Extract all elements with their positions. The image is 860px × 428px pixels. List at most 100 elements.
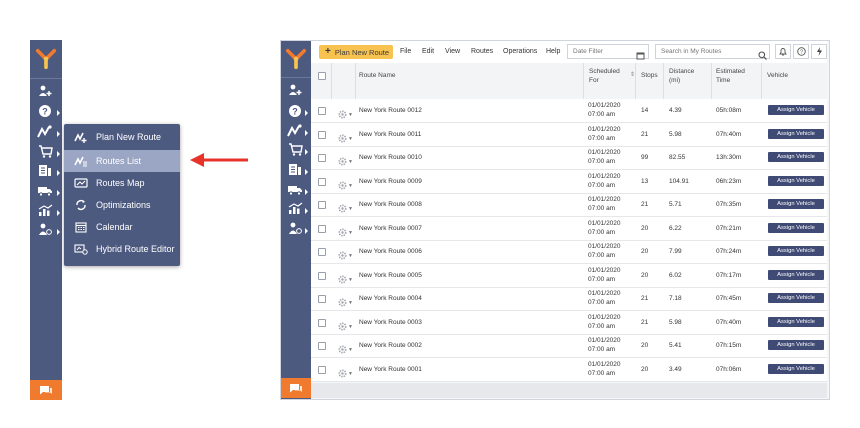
header-vehicle[interactable]: Vehicle — [767, 72, 788, 80]
menu-view[interactable]: View — [445, 48, 460, 55]
header-stops[interactable]: Stops — [641, 72, 658, 80]
document-nav-button[interactable] — [34, 165, 56, 181]
route-name[interactable]: New York Route 0004 — [359, 295, 422, 303]
row-checkbox[interactable] — [318, 154, 326, 162]
row-checkbox[interactable] — [318, 201, 326, 209]
menu-file[interactable]: File — [400, 48, 411, 55]
route-name[interactable]: New York Route 0001 — [359, 366, 422, 374]
routes-nav-button[interactable] — [284, 124, 306, 141]
add-user-nav-button[interactable] — [284, 84, 306, 100]
row-settings-button[interactable]: ▼ — [338, 341, 353, 359]
row-checkbox[interactable] — [318, 248, 326, 256]
document-nav-button[interactable] — [284, 164, 306, 180]
menu-help[interactable]: Help — [546, 48, 560, 55]
plan-new-route-button[interactable]: + Plan New Route — [319, 45, 393, 59]
row-checkbox[interactable] — [318, 271, 326, 280]
table-row[interactable]: ▼ New York Route 0005 01/01/2020 07:00 am 20… — [311, 264, 827, 288]
row-settings-button[interactable]: ▼ — [338, 200, 353, 218]
table-row[interactable]: ▼ New York Route 0010 01/01/2020 07:00 am 99… — [311, 146, 827, 170]
calendar-icon[interactable] — [636, 47, 646, 60]
menu-operations[interactable]: Operations — [503, 48, 537, 55]
table-row[interactable]: ▼ New York Route 0011 01/01/2020 07:00 am 21… — [311, 123, 827, 147]
team-nav-button[interactable] — [284, 222, 306, 239]
flyout-item-optimizations[interactable]: Optimizations — [64, 194, 180, 216]
route-name[interactable]: New York Route 0008 — [359, 201, 422, 209]
row-settings-button[interactable]: ▼ — [338, 365, 353, 383]
search-field[interactable] — [655, 44, 770, 59]
assign-vehicle-button[interactable]: Assign Vehicle — [768, 199, 824, 209]
app-logo[interactable] — [30, 40, 62, 79]
row-settings-button[interactable]: ▼ — [338, 224, 353, 242]
chat-button[interactable] — [30, 380, 62, 400]
row-settings-button[interactable]: ▼ — [338, 247, 353, 265]
table-row[interactable]: ▼ New York Route 0004 01/01/2020 07:00 am 21… — [311, 287, 827, 311]
assign-vehicle-button[interactable]: Assign Vehicle — [768, 316, 824, 327]
app-logo-2[interactable] — [281, 41, 311, 78]
team-nav-button[interactable] — [34, 223, 56, 240]
cart-nav-button[interactable] — [284, 143, 306, 160]
table-row[interactable]: ▼ New York Route 0001 01/01/2020 07:00 am 20… — [311, 358, 827, 382]
row-checkbox[interactable] — [318, 365, 326, 374]
row-settings-button[interactable]: ▼ — [338, 130, 353, 148]
row-settings-button[interactable]: ▼ — [338, 318, 353, 336]
routes-nav-button[interactable] — [34, 125, 56, 142]
row-settings-button[interactable]: ▼ — [338, 294, 353, 312]
assign-vehicle-button[interactable]: Assign Vehicle — [768, 175, 824, 186]
row-checkbox[interactable] — [318, 224, 326, 233]
table-row[interactable]: ▼ New York Route 0009 01/01/2020 07:00 am 13… — [311, 170, 827, 194]
table-row[interactable]: ▼ New York Route 0003 01/01/2020 07:00 am 21… — [311, 311, 827, 335]
route-name[interactable]: New York Route 0003 — [359, 319, 422, 327]
row-checkbox[interactable] — [318, 318, 326, 327]
table-row[interactable]: ▼ New York Route 0002 01/01/2020 07:00 am 20… — [311, 334, 827, 358]
assign-vehicle-button[interactable]: Assign Vehicle — [768, 152, 824, 162]
assign-vehicle-button[interactable]: Assign Vehicle — [768, 128, 824, 139]
route-name[interactable]: New York Route 0012 — [359, 107, 422, 115]
chat-button[interactable] — [281, 378, 311, 398]
row-settings-button[interactable]: ▼ — [338, 153, 353, 171]
header-estimated-time[interactable]: Estimated — [716, 68, 745, 76]
flyout-item-plan-new-route[interactable]: Plan New Route — [64, 126, 180, 148]
route-name[interactable]: New York Route 0005 — [359, 272, 422, 280]
route-name[interactable]: New York Route 0002 — [359, 342, 422, 350]
help-nav-button[interactable]: ? — [34, 104, 56, 121]
sort-icon[interactable]: ⇕ — [630, 71, 635, 78]
row-settings-button[interactable]: ▼ — [338, 106, 353, 124]
truck-nav-button[interactable] — [284, 184, 306, 200]
assign-vehicle-button[interactable]: Assign Vehicle — [768, 363, 824, 374]
table-row[interactable]: ▼ New York Route 0012 01/01/2020 07:00 am 14… — [311, 99, 827, 123]
flyout-item-routes-map[interactable]: Routes Map — [64, 172, 180, 194]
select-all-checkbox[interactable] — [318, 72, 326, 80]
search-icon[interactable] — [758, 47, 767, 60]
row-checkbox[interactable] — [318, 177, 326, 186]
analytics-nav-button[interactable] — [34, 204, 56, 221]
row-checkbox[interactable] — [318, 342, 326, 350]
cart-nav-button[interactable] — [34, 145, 56, 162]
row-settings-button[interactable]: ▼ — [338, 271, 353, 289]
notifications-button[interactable] — [775, 44, 791, 59]
table-row[interactable]: ▼ New York Route 0007 01/01/2020 07:00 am 20… — [311, 217, 827, 241]
assign-vehicle-button[interactable]: Assign Vehicle — [768, 340, 824, 350]
row-checkbox[interactable] — [318, 130, 326, 139]
table-row[interactable]: ▼ New York Route 0008 01/01/2020 07:00 am 21… — [311, 193, 827, 217]
route-name[interactable]: New York Route 0006 — [359, 248, 422, 256]
route-name[interactable]: New York Route 0011 — [359, 131, 421, 139]
assign-vehicle-button[interactable]: Assign Vehicle — [768, 269, 824, 280]
search-input[interactable] — [661, 48, 769, 55]
help-button[interactable]: ? — [793, 44, 809, 59]
row-settings-button[interactable]: ▼ — [338, 177, 353, 195]
help-nav-button[interactable]: ? — [284, 104, 306, 121]
menu-edit[interactable]: Edit — [422, 48, 434, 55]
analytics-nav-button[interactable] — [284, 202, 306, 219]
header-distance[interactable]: Distance — [669, 68, 694, 76]
assign-vehicle-button[interactable]: Assign Vehicle — [768, 293, 824, 303]
add-user-nav-button[interactable] — [34, 85, 56, 101]
assign-vehicle-button[interactable]: Assign Vehicle — [768, 105, 824, 115]
row-checkbox[interactable] — [318, 107, 326, 115]
flyout-item-hybrid-route-editor[interactable]: Hybrid Route Editor — [64, 238, 180, 260]
header-scheduled[interactable]: Scheduled — [589, 68, 620, 76]
flyout-item-calendar[interactable]: Calendar — [64, 216, 180, 238]
assign-vehicle-button[interactable]: Assign Vehicle — [768, 222, 824, 233]
row-checkbox[interactable] — [318, 295, 326, 303]
route-name[interactable]: New York Route 0007 — [359, 225, 422, 233]
menu-routes[interactable]: Routes — [471, 48, 493, 55]
